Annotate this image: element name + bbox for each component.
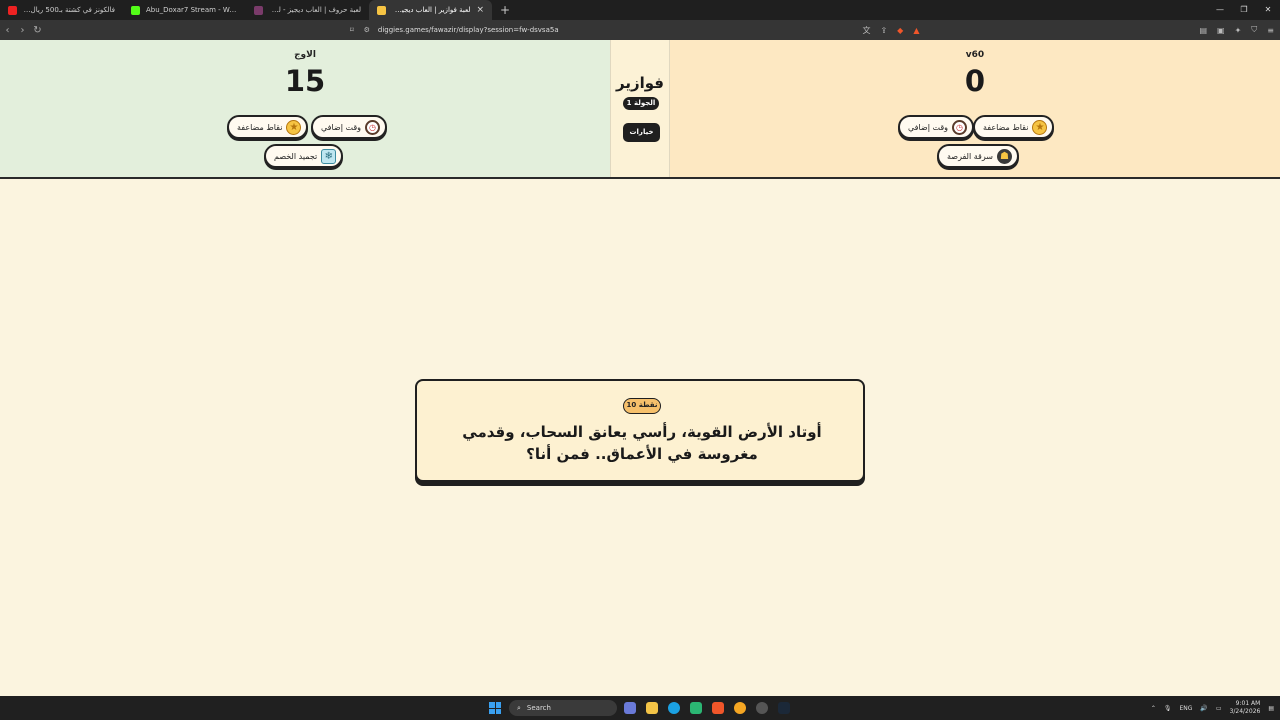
right-team-score: 0 <box>964 64 986 98</box>
share-icon[interactable]: ⇪ <box>880 26 887 35</box>
time: 9:01 AM <box>1235 700 1261 707</box>
site-info-icon[interactable]: ⚙ <box>364 26 370 34</box>
search-icon: ⌕ <box>517 703 521 712</box>
brave-icon[interactable] <box>712 702 724 714</box>
powerup-label: وقت إضافي <box>321 122 362 132</box>
window-controls: — ❐ ✕ <box>1208 0 1280 20</box>
menu-icon[interactable]: ≡ <box>1267 26 1274 35</box>
thief-icon: ☗ <box>996 148 1012 164</box>
back-icon[interactable]: ‹ <box>0 25 15 36</box>
address-bar-actions: 文 ⇪ ◆ ▲ ▤ ▣ ✦ ⛉ ≡ <box>862 20 1274 40</box>
powerup-label: سرقة الفرصة <box>947 151 993 161</box>
kick-icon <box>131 5 140 15</box>
youtube-icon <box>8 5 17 15</box>
url-field[interactable]: ⌑ ⚙ diggies.games/fawazir/display?sessio… <box>350 22 910 38</box>
clock-icon: ◷ <box>365 119 381 135</box>
left-team-name: الاوج <box>294 50 316 60</box>
notifications-icon[interactable]: ▤ <box>1268 705 1274 712</box>
steal-chance-button[interactable]: ☗ سرقة الفرصة <box>937 144 1019 168</box>
windows-start-icon[interactable] <box>489 702 501 714</box>
right-team-name: v60 <box>965 50 985 60</box>
double-points-button[interactable]: ★ نقاط مضاعفة <box>973 115 1055 139</box>
taskbar-search[interactable]: ⌕ Search <box>509 700 617 716</box>
browser-tab[interactable]: فالكونز في كشتة بـ500 ريال وكشتة بـ100 <box>0 0 123 20</box>
options-button[interactable]: خيارات <box>623 123 660 142</box>
close-tab-icon[interactable]: × <box>476 5 484 15</box>
site-favicon-icon <box>254 5 263 15</box>
extensions-icon[interactable]: ✦ <box>1235 26 1242 35</box>
double-points-button[interactable]: ★ نقاط مضاعفة <box>227 115 309 139</box>
tab-title: فالكونز في كشتة بـ500 ريال وكشتة بـ100 <box>23 6 115 14</box>
new-tab-button[interactable]: + <box>492 3 518 17</box>
tab-title: لعبة حروف | العاب ديجيز - لعبة تفاعلية <box>269 6 361 14</box>
left-team-score: 15 <box>284 64 326 98</box>
freeze-opponent-button[interactable]: ❄ تجميد الخصم <box>264 144 344 168</box>
vpn-icon[interactable]: ⛉ <box>1251 25 1257 35</box>
close-window-button[interactable]: ✕ <box>1256 0 1280 20</box>
site-favicon-icon <box>377 5 386 15</box>
system-tray: ⌃ 🎙 ENG 🔊 ▭ 9:01 AM 3/24/2026 ▤ <box>1151 696 1274 720</box>
steam-icon[interactable] <box>778 702 790 714</box>
date: 3/24/2026 <box>1229 708 1261 715</box>
tab-title: لعبة فوازير | العاب ديجيز - لعبة لنا <box>392 6 471 14</box>
forward-icon[interactable]: › <box>15 25 30 36</box>
browser-tab[interactable]: لعبة حروف | العاب ديجيز - لعبة تفاعلية <box>246 0 369 20</box>
browser-tab-bar: فالكونز في كشتة بـ500 ريال وكشتة بـ100 A… <box>0 0 1280 20</box>
round-badge: الجولة 1 <box>623 97 659 110</box>
address-bar: ‹ › ↻ ⌑ ⚙ diggies.games/fawazir/display?… <box>0 20 1280 40</box>
points-badge: 10 نقطة <box>623 398 661 414</box>
star-icon: ★ <box>1032 119 1048 135</box>
language-indicator[interactable]: ENG <box>1179 705 1192 712</box>
translate-icon[interactable]: 文 <box>862 25 870 36</box>
powerup-label: وقت إضافي <box>908 122 949 132</box>
url-text: diggies.games/fawazir/display?session=fw… <box>377 26 559 34</box>
browser-tab-active[interactable]: لعبة فوازير | العاب ديجيز - لعبة لنا × <box>369 0 492 20</box>
reload-icon[interactable]: ↻ <box>30 25 45 36</box>
sidebar-icon[interactable]: ▤ <box>1199 26 1207 35</box>
file-explorer-icon[interactable] <box>646 702 658 714</box>
left-team-panel: الاوج 15 ★ نقاط مضاعفة ◷ وقت إضافي ❄ تجم… <box>0 40 610 177</box>
copilot-icon[interactable] <box>624 702 636 714</box>
network-icon[interactable]: ▭ <box>1216 705 1222 712</box>
wallet-icon[interactable]: ▣ <box>1217 26 1225 35</box>
brave-rewards-icon[interactable]: ▲ <box>913 26 919 35</box>
clock-icon: ◷ <box>952 119 968 135</box>
extra-time-button[interactable]: ◷ وقت إضافي <box>311 115 388 139</box>
game-title: فوازير <box>616 74 664 92</box>
browser-tab[interactable]: Abu_Doxar7 Stream - Watch Live on <box>123 0 246 20</box>
microphone-icon[interactable]: 🎙 <box>1164 705 1172 712</box>
clock[interactable]: 9:01 AM 3/24/2026 <box>1230 700 1261 716</box>
scoreboard: الاوج 15 ★ نقاط مضاعفة ◷ وقت إضافي ❄ تجم… <box>0 40 1280 179</box>
right-team-panel: v60 0 ◷ وقت إضافي ★ نقاط مضاعفة ☗ سرقة ا… <box>670 40 1280 177</box>
tab-title: Abu_Doxar7 Stream - Watch Live on <box>146 6 238 14</box>
brave-shield-icon[interactable]: ◆ <box>897 26 903 35</box>
taskbar: ⌕ Search ⌃ 🎙 ENG 🔊 ▭ 9:01 AM 3/24/2026 ▤ <box>0 696 1280 720</box>
chevron-up-icon[interactable]: ⌃ <box>1151 705 1156 712</box>
obs-icon[interactable] <box>756 702 768 714</box>
powerup-label: تجميد الخصم <box>274 151 318 161</box>
center-panel: فوازير الجولة 1 خيارات <box>610 40 670 177</box>
app-icon[interactable] <box>734 702 746 714</box>
powerup-label: نقاط مضاعفة <box>237 122 283 132</box>
ice-cube-icon: ❄ <box>321 148 337 164</box>
bookmark-icon[interactable]: ⌑ <box>350 26 354 34</box>
extra-time-button[interactable]: ◷ وقت إضافي <box>898 115 975 139</box>
powerup-label: نقاط مضاعفة <box>983 122 1029 132</box>
edge-icon[interactable] <box>668 702 680 714</box>
app-icon[interactable] <box>690 702 702 714</box>
star-icon: ★ <box>286 119 302 135</box>
search-label: Search <box>526 704 551 712</box>
question-text: أوتاد الأرض القوية، رأسي يعانق السحاب، و… <box>462 423 822 463</box>
question-card: 10 نقطة أوتاد الأرض القوية، رأسي يعانق ا… <box>415 379 865 482</box>
restore-button[interactable]: ❐ <box>1232 0 1256 20</box>
volume-icon[interactable]: 🔊 <box>1200 705 1207 712</box>
minimize-button[interactable]: — <box>1208 0 1232 20</box>
